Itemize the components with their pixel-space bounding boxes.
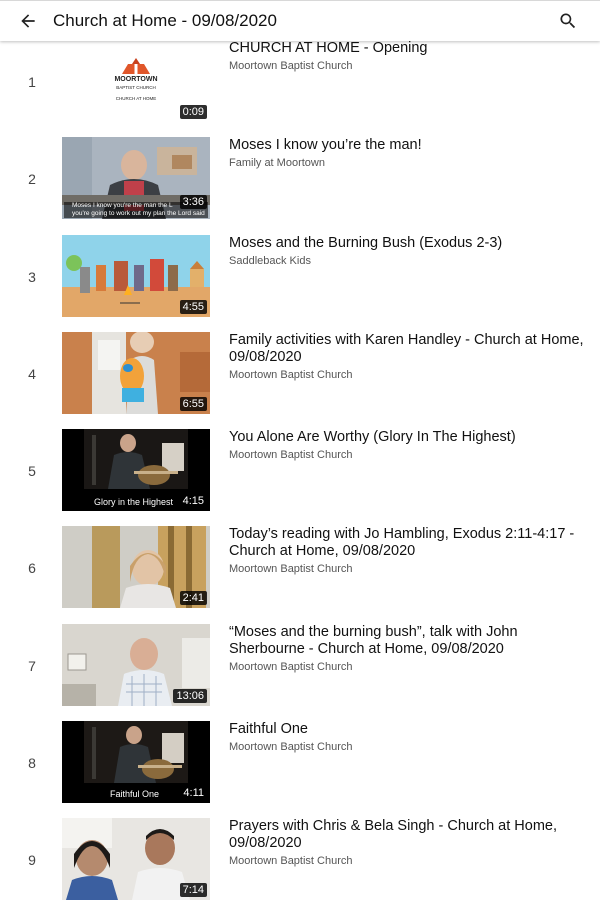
channel-name: Moortown Baptist Church: [229, 855, 353, 868]
video-title[interactable]: “Moses and the burning bush”, talk with …: [229, 624, 584, 658]
video-thumbnail[interactable]: 6:55: [62, 331, 210, 414]
playlist-item[interactable]: 7 13:06 “Moses and the burning bush”, ta…: [0, 623, 600, 721]
item-index: 2: [28, 171, 36, 188]
video-title[interactable]: Prayers with Chris & Bela Singh - Church…: [229, 818, 584, 852]
video-caption: Faithful One: [110, 789, 160, 800]
duration-badge: 13:06: [173, 688, 207, 703]
logo-line2: BAPTIST CHURCH: [116, 85, 156, 90]
item-index: 7: [28, 657, 36, 674]
item-index: 4: [28, 365, 36, 382]
channel-name: Family at Moortown: [229, 157, 325, 170]
item-index: 1: [28, 74, 36, 90]
item-index: 5: [28, 463, 36, 480]
page-title: Church at Home - 09/08/2020: [53, 11, 277, 30]
video-caption: Glory in the Highest: [94, 497, 174, 508]
video-info: Moses I know you’re the man! Family at M…: [229, 137, 584, 169]
duration-badge: 4:15: [182, 495, 204, 508]
video-info: “Moses and the burning bush”, talk with …: [229, 624, 584, 673]
video-info: Today’s reading with Jo Hambling, Exodus…: [229, 526, 584, 575]
video-thumbnail[interactable]: MOORTOWN BAPTIST CHURCH CHURCH AT HOME 0…: [62, 40, 210, 122]
playlist-item[interactable]: 6 2:41 Today’s reading with Jo Hambling,…: [0, 526, 600, 623]
channel-name: Moortown Baptist Church: [229, 449, 353, 462]
app-bar: Church at Home - 09/08/2020: [0, 0, 600, 41]
video-thumbnail[interactable]: 2:41: [62, 526, 210, 609]
video-title[interactable]: Family activities with Karen Handley - C…: [229, 332, 584, 366]
video-title[interactable]: Moses I know you’re the man!: [229, 137, 584, 154]
back-button[interactable]: [14, 7, 42, 35]
logo-line3: CHURCH AT HOME: [115, 96, 157, 101]
playlist: 1 MOORTOWN BAPTIST CHURCH CHURCH AT HOME…: [0, 40, 600, 916]
video-thumbnail[interactable]: Faithful One 4:11: [62, 721, 210, 804]
duration-badge: 4:11: [183, 787, 204, 800]
video-thumbnail[interactable]: Glory in the Highest 4:15: [62, 429, 210, 512]
video-info: Family activities with Karen Handley - C…: [229, 332, 584, 381]
video-title[interactable]: Today’s reading with Jo Hambling, Exodus…: [229, 526, 584, 560]
channel-name: Moortown Baptist Church: [229, 368, 353, 381]
item-index: 8: [28, 755, 36, 772]
item-index: 3: [28, 268, 36, 285]
video-info: Prayers with Chris & Bela Singh - Church…: [229, 818, 584, 867]
video-info: You Alone Are Worthy (Glory In The Highe…: [229, 429, 584, 461]
arrow-left-icon: [21, 14, 35, 28]
duration-badge: 7:14: [179, 883, 207, 898]
channel-name: Moortown Baptist Church: [229, 741, 353, 754]
video-info: Moses and the Burning Bush (Exodus 2-3) …: [229, 235, 584, 267]
duration-badge: 6:55: [179, 396, 207, 411]
channel-name: Moortown Baptist Church: [229, 660, 353, 673]
search-icon: [560, 13, 576, 29]
video-title[interactable]: Faithful One: [229, 721, 584, 738]
channel-name: Moortown Baptist Church: [229, 563, 353, 576]
item-index: 6: [28, 560, 36, 577]
playlist-item[interactable]: 5 Glory in the Highest 4:15 You Alone Ar…: [0, 429, 600, 526]
channel-name: Moortown Baptist Church: [229, 60, 353, 72]
video-thumbnail[interactable]: 7:14: [62, 818, 210, 901]
video-title[interactable]: CHURCH AT HOME - Opening: [229, 40, 584, 57]
playlist-item[interactable]: 8 Faithful One 4:11 Faithful One Moortow…: [0, 721, 600, 818]
duration-badge: 4:55: [179, 299, 207, 314]
logo-line1: MOORTOWN: [114, 76, 158, 83]
duration-badge: 3:36: [179, 195, 207, 210]
video-thumbnail[interactable]: 13:06: [62, 623, 210, 706]
playlist-item[interactable]: 1 MOORTOWN BAPTIST CHURCH CHURCH AT HOME…: [0, 40, 600, 137]
video-info: Faithful One Moortown Baptist Church: [229, 721, 584, 753]
subtitle-line2: you're going to work out my plan the Lor…: [72, 210, 205, 218]
video-thumbnail[interactable]: 4:55: [62, 234, 210, 317]
search-button[interactable]: [554, 7, 582, 35]
duration-badge: 2:41: [179, 591, 207, 606]
playlist-item[interactable]: 2 Moses I know you're the man the L you'…: [0, 137, 600, 234]
playlist-item[interactable]: 9 7:14 Prayers with Chris & Bela Singh -…: [0, 818, 600, 915]
video-info: CHURCH AT HOME - Opening Moortown Baptis…: [229, 40, 584, 72]
duration-badge: 0:09: [179, 105, 207, 119]
video-thumbnail[interactable]: Moses I know you're the man the L you're…: [62, 137, 210, 220]
channel-name: Saddleback Kids: [229, 254, 311, 267]
video-title[interactable]: Moses and the Burning Bush (Exodus 2-3): [229, 235, 584, 252]
playlist-item[interactable]: 3 4:55 Moses and the Burning Bush (Exodu…: [0, 234, 600, 332]
video-title[interactable]: You Alone Are Worthy (Glory In The Highe…: [229, 429, 584, 446]
item-index: 9: [28, 852, 36, 869]
playlist-item[interactable]: 4 6:55 Family activities with Karen Hand…: [0, 331, 600, 429]
